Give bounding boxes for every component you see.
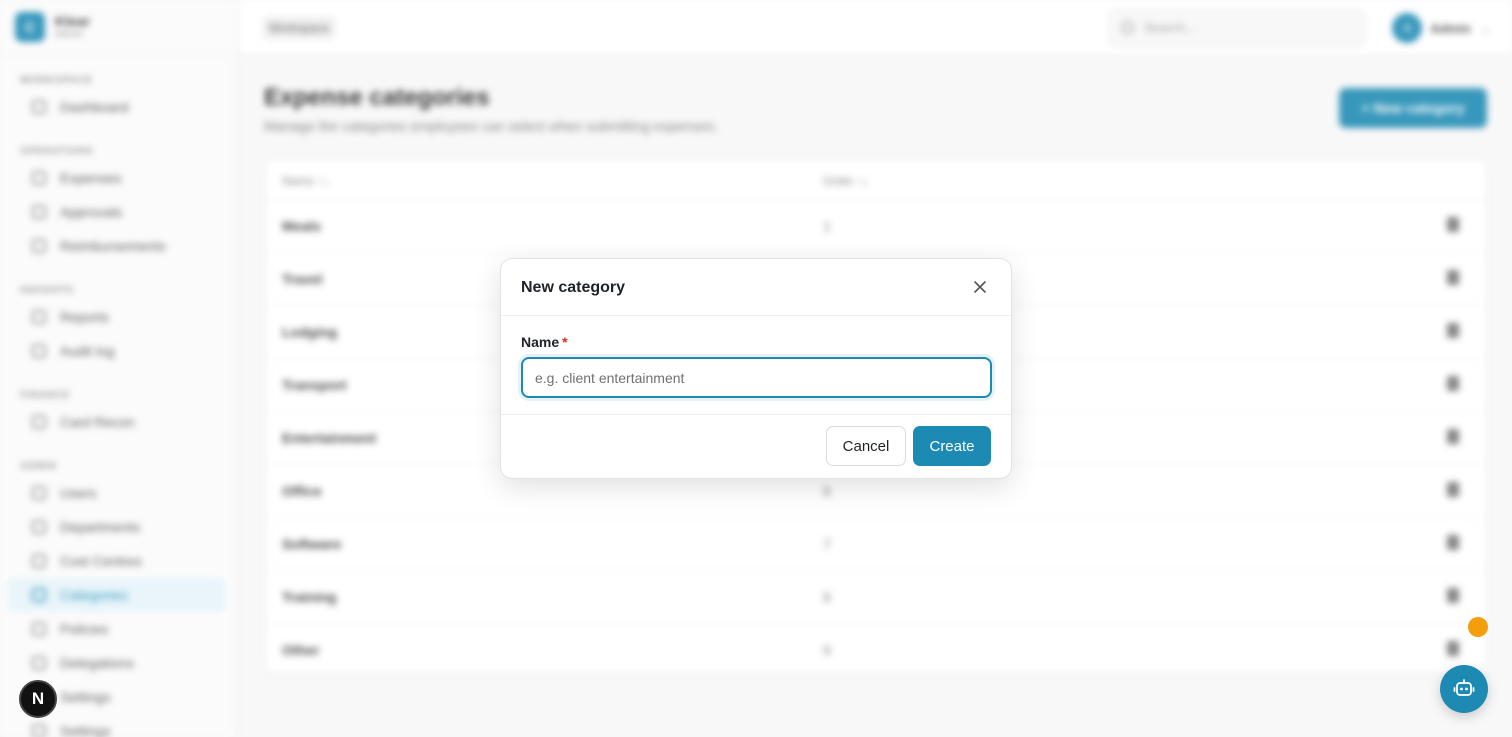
category-name-input[interactable] <box>521 357 992 398</box>
assistant-button[interactable] <box>1440 665 1488 713</box>
create-button[interactable]: Create <box>913 426 991 466</box>
cancel-button[interactable]: Cancel <box>826 426 906 466</box>
dialog-body: Name * <box>501 316 1011 415</box>
dev-tools-badge[interactable]: N <box>19 680 57 718</box>
required-marker: * <box>562 334 568 350</box>
name-field-label: Name * <box>521 334 568 350</box>
close-icon[interactable] <box>971 278 989 296</box>
robot-icon <box>1453 679 1475 696</box>
new-category-dialog: New category Name* Cancel Create <box>500 258 1012 479</box>
dialog-footer: Cancel Create <box>501 415 1011 478</box>
dialog-header: New category <box>501 259 1011 316</box>
dialog-title: New category <box>521 279 626 296</box>
notification-dot <box>1468 617 1488 637</box>
